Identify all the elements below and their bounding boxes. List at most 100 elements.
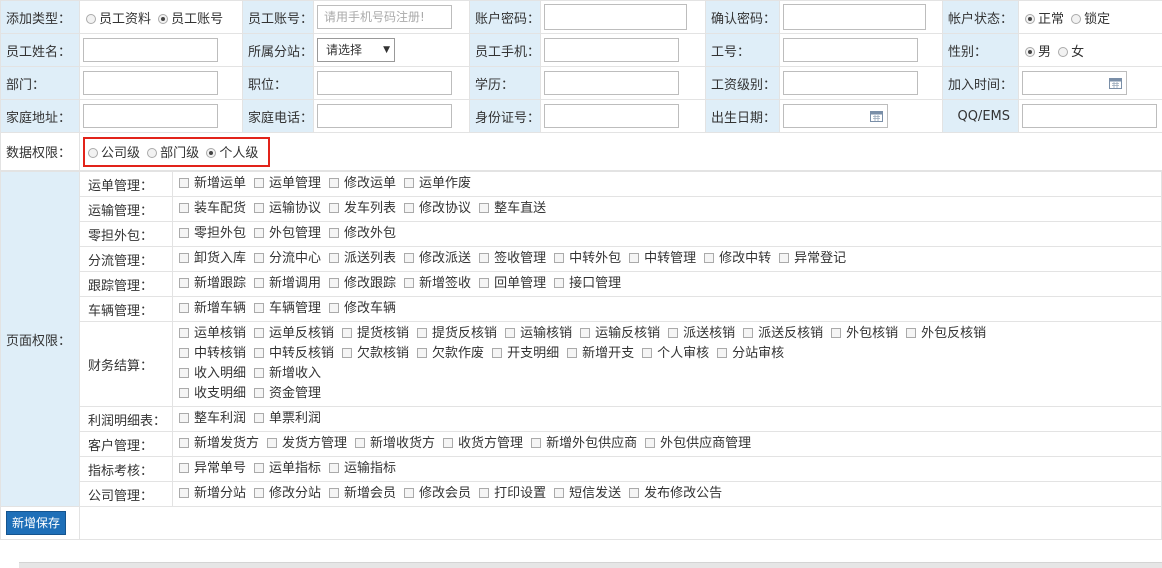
permission-checkbox[interactable] <box>443 438 454 448</box>
gender-radio-male[interactable] <box>1025 46 1035 57</box>
address-input[interactable] <box>83 104 218 128</box>
permission-checkbox[interactable] <box>254 328 265 338</box>
confirm-password-input[interactable] <box>783 4 926 30</box>
permission-checkbox[interactable] <box>179 388 189 398</box>
join-date-input[interactable] <box>1022 71 1127 95</box>
permission-checkbox[interactable] <box>179 348 189 358</box>
permission-checkbox[interactable] <box>267 438 278 448</box>
permission-checkbox[interactable] <box>404 253 415 263</box>
department-input[interactable] <box>83 71 218 95</box>
permission-checkbox[interactable] <box>254 228 265 238</box>
branch-select[interactable]: 请选择 ▼ <box>317 38 395 62</box>
permission-checkbox[interactable] <box>417 328 428 338</box>
permission-checkbox[interactable] <box>404 488 415 498</box>
calendar-icon[interactable] <box>870 110 883 122</box>
permission-checkbox[interactable] <box>906 328 917 338</box>
permission-checkbox[interactable] <box>329 303 340 313</box>
permission-checkbox[interactable] <box>717 348 728 358</box>
permission-checkbox[interactable] <box>704 253 715 263</box>
permission-checkbox[interactable] <box>329 253 340 263</box>
permission-checkbox[interactable] <box>254 178 265 188</box>
permission-checkbox[interactable] <box>329 278 340 288</box>
permission-checkbox[interactable] <box>505 328 516 338</box>
birth-date-input[interactable] <box>783 104 888 128</box>
permission-checkbox[interactable] <box>254 463 265 473</box>
permission-checkbox[interactable] <box>554 488 565 498</box>
status-radio-locked[interactable] <box>1071 13 1082 24</box>
permission-checkbox[interactable] <box>254 253 265 263</box>
data-perm-radio-personal[interactable] <box>206 147 217 158</box>
permission-checkbox[interactable] <box>642 348 653 358</box>
data-perm-radio-department[interactable] <box>147 147 158 158</box>
permission-checkbox[interactable] <box>404 203 415 213</box>
permission-checkbox[interactable] <box>179 328 189 338</box>
permission-checkbox[interactable] <box>668 328 679 338</box>
data-perm-radio-company[interactable] <box>88 147 98 158</box>
home-phone-input[interactable] <box>317 104 452 128</box>
permission-checkbox[interactable] <box>329 463 340 473</box>
permission-checkbox[interactable] <box>254 348 265 358</box>
permission-checkbox[interactable] <box>342 328 353 338</box>
permission-checkbox[interactable] <box>355 438 366 448</box>
permission-checkbox[interactable] <box>254 388 265 398</box>
id-number-input[interactable] <box>544 104 679 128</box>
permission-checkbox[interactable] <box>629 488 640 498</box>
permission-checkbox[interactable] <box>554 278 565 288</box>
permission-checkbox[interactable] <box>254 368 265 378</box>
permission-checkbox[interactable] <box>417 348 428 358</box>
permission-checkbox[interactable] <box>580 328 591 338</box>
permission-checkbox[interactable] <box>179 253 189 263</box>
save-button[interactable]: 新增保存 <box>6 511 67 535</box>
permission-checkbox[interactable] <box>254 413 265 423</box>
permission-checkbox[interactable] <box>179 413 189 423</box>
permission-checkbox[interactable] <box>531 438 542 448</box>
permission-checkbox[interactable] <box>329 228 340 238</box>
permission-checkbox[interactable] <box>179 438 189 448</box>
permission-checkbox[interactable] <box>629 253 640 263</box>
name-input[interactable] <box>83 38 218 62</box>
permission-checkbox[interactable] <box>554 253 565 263</box>
permission-checkbox[interactable] <box>254 488 265 498</box>
horizontal-scrollbar[interactable] <box>19 562 1162 568</box>
education-input[interactable] <box>544 71 679 95</box>
position-input[interactable] <box>317 71 452 95</box>
permission-checkbox[interactable] <box>329 203 340 213</box>
permission-checkbox[interactable] <box>342 348 353 358</box>
mobile-input[interactable] <box>544 38 679 62</box>
account-input[interactable]: 请用手机号码注册! <box>317 5 452 29</box>
permission-checkbox[interactable] <box>779 253 790 263</box>
permission-checkbox[interactable] <box>179 228 189 238</box>
permission-checkbox[interactable] <box>492 348 503 358</box>
calendar-icon[interactable] <box>1109 77 1122 89</box>
permission-checkbox[interactable] <box>479 253 490 263</box>
permission-checkbox[interactable] <box>179 463 189 473</box>
permission-checkbox[interactable] <box>404 278 415 288</box>
gender-radio-female[interactable] <box>1058 46 1069 57</box>
permission-checkbox[interactable] <box>179 203 189 213</box>
permission-checkbox[interactable] <box>254 303 265 313</box>
add-type-radio-profile[interactable] <box>86 13 96 24</box>
permission-checkbox[interactable] <box>479 488 490 498</box>
permission-checkbox[interactable] <box>404 178 415 188</box>
permission-checkbox[interactable] <box>179 303 189 313</box>
permission-checkbox[interactable] <box>179 278 189 288</box>
permission-checkbox[interactable] <box>831 328 842 338</box>
permission-checkbox[interactable] <box>567 348 578 358</box>
add-type-radio-account[interactable] <box>158 13 169 24</box>
permission-checkbox[interactable] <box>179 178 189 188</box>
job-number-input[interactable] <box>783 38 918 62</box>
permission-checkbox[interactable] <box>254 278 265 288</box>
password-input[interactable] <box>544 4 687 30</box>
salary-level-input[interactable] <box>783 71 918 95</box>
status-radio-normal[interactable] <box>1025 13 1035 24</box>
permission-checkbox[interactable] <box>179 368 189 378</box>
permission-checkbox[interactable] <box>329 488 340 498</box>
permission-checkbox[interactable] <box>479 278 490 288</box>
permission-checkbox[interactable] <box>254 203 265 213</box>
permission-checkbox[interactable] <box>743 328 754 338</box>
qq-input[interactable] <box>1022 104 1157 128</box>
permission-checkbox[interactable] <box>179 488 189 498</box>
permission-checkbox[interactable] <box>645 438 656 448</box>
permission-checkbox[interactable] <box>329 178 340 188</box>
permission-checkbox[interactable] <box>479 203 490 213</box>
